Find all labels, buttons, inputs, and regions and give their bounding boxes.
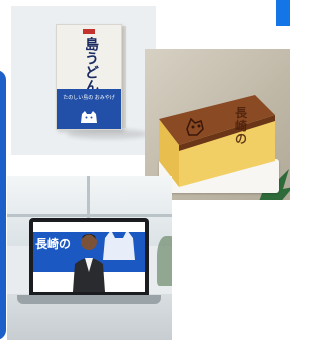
presenter: [73, 234, 105, 292]
band-caption: たのしい島の おみやげ: [63, 95, 115, 101]
banner-text: 長崎の: [35, 237, 72, 251]
castella-brand-mark: 長崎の: [234, 106, 247, 146]
castella-cake: [159, 95, 275, 187]
laptop-base: [17, 295, 161, 304]
red-brand-tag: [83, 29, 95, 34]
udon-box: 島うどん たのしい島の おみやげ: [56, 24, 122, 130]
udon-box-title: 島うどん: [83, 37, 99, 93]
udon-package-photo: 島うどん たのしい島の おみやげ: [11, 6, 156, 155]
online-meeting-photo: 長崎の: [7, 176, 172, 340]
box-shadow: [67, 129, 149, 139]
left-accent-bar: [0, 70, 6, 340]
mascot-icon: [81, 111, 97, 123]
top-right-accent-block: [276, 0, 290, 26]
video-call-view: 長崎の: [33, 222, 145, 292]
blue-band: たのしい島の おみやげ: [57, 89, 121, 129]
plant: [157, 236, 172, 286]
